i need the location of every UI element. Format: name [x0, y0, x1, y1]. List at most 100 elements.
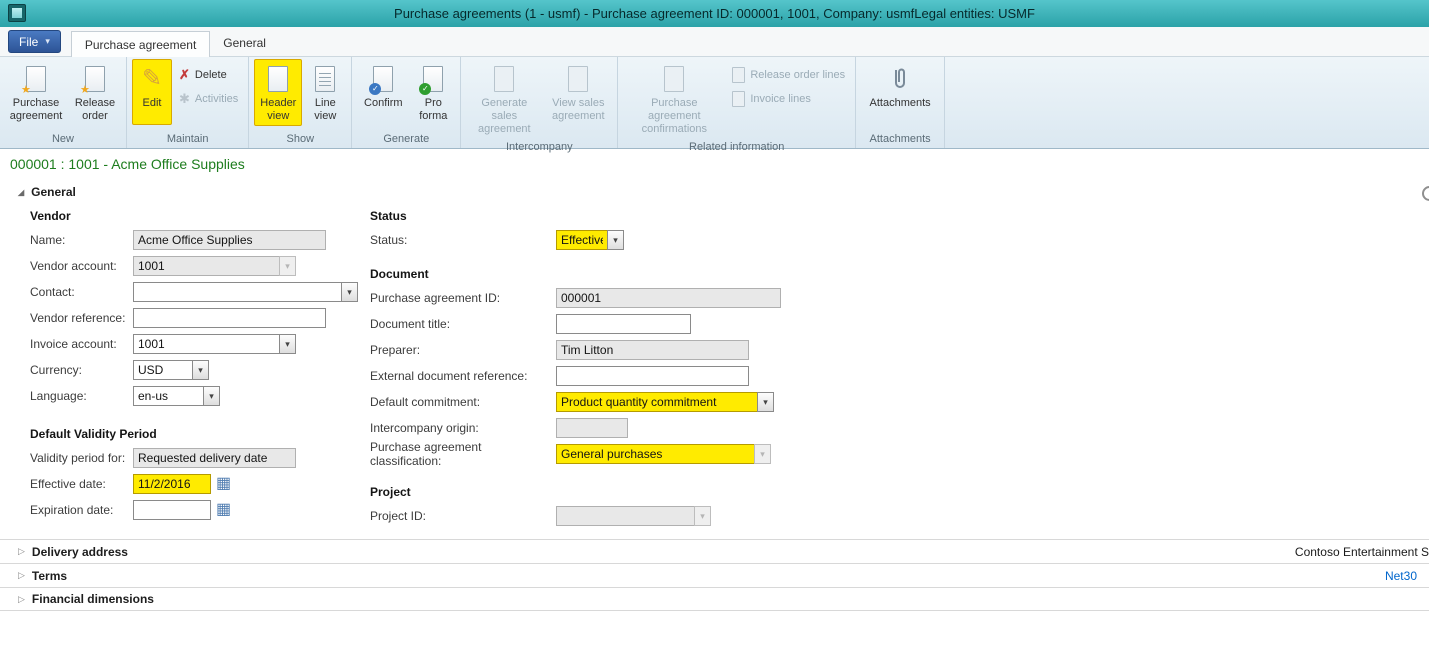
- confirm-button[interactable]: ✓ Confirm: [357, 59, 409, 125]
- purchase-agreement-confirmations-button: Purchase agreement confirmations: [623, 59, 725, 140]
- new-purchase-agreement-icon: ★: [26, 66, 46, 92]
- chevron-down-icon: ▾: [694, 506, 711, 526]
- header-view-button[interactable]: Header view: [254, 59, 302, 126]
- ribbon-group-maintain: ✎ Edit ✗ Delete ✱ Activities Maintain: [127, 57, 249, 148]
- preparer-input: [556, 340, 749, 360]
- menu-bar: File ▾ Purchase agreement General: [0, 27, 1429, 57]
- chevron-down-icon: ▾: [45, 36, 50, 47]
- vendor-subheader: Vendor: [30, 205, 370, 227]
- document-title-input[interactable]: [556, 314, 691, 334]
- field-purchase-agreement-id: Purchase agreement ID:: [370, 285, 781, 311]
- section-terms[interactable]: ▷ Terms Net30: [0, 563, 1429, 587]
- validity-period-for-input: [133, 448, 296, 468]
- form-column-right: Status Status: ▾ Document Purchase agree…: [370, 205, 781, 529]
- field-vendor-account: Vendor account: ▾: [30, 253, 370, 279]
- ribbon-group-show: Header view Line view Show: [249, 57, 352, 148]
- chevron-down-icon[interactable]: ▾: [192, 360, 209, 380]
- chevron-right-icon: ▷: [18, 594, 25, 605]
- release-order-lines-icon: [732, 67, 745, 83]
- chevron-down-icon: ▾: [754, 444, 771, 464]
- section-financial-dimensions[interactable]: ▷ Financial dimensions: [0, 587, 1429, 611]
- invoice-account-input[interactable]: [133, 334, 279, 354]
- field-name: Name:: [30, 227, 370, 253]
- contact-input[interactable]: [133, 282, 341, 302]
- line-view-icon: [315, 66, 335, 92]
- ribbon: ★ Purchase agreement ★ Release order New…: [0, 57, 1429, 149]
- chevron-down-icon[interactable]: ▾: [607, 230, 624, 250]
- chevron-down-icon[interactable]: ▾: [341, 282, 358, 302]
- field-validity-period-for: Validity period for:: [30, 445, 370, 471]
- name-input: [133, 230, 326, 250]
- field-document-title: Document title:: [370, 311, 781, 337]
- title-bar: Purchase agreements (1 - usmf) - Purchas…: [0, 0, 1429, 27]
- field-purchase-agreement-classification: Purchase agreement classification: ▾: [370, 441, 781, 467]
- terms-summary: Net30: [1385, 569, 1417, 583]
- document-subheader: Document: [370, 263, 781, 285]
- purchase-agreement-classification-select[interactable]: [556, 444, 754, 464]
- field-default-commitment: Default commitment: ▾: [370, 389, 781, 415]
- view-sales-agreement-button: View sales agreement: [544, 59, 612, 126]
- invoice-lines-button: Invoice lines: [727, 88, 850, 109]
- star-icon: ★: [80, 85, 90, 96]
- chevron-down-icon[interactable]: ▾: [757, 392, 774, 412]
- chevron-right-icon: ▷: [18, 546, 25, 557]
- purchase-agreement-confirmations-icon: [664, 66, 684, 92]
- attachments-button[interactable]: Attachments: [861, 59, 939, 125]
- ribbon-group-label: Related information: [623, 140, 850, 156]
- chevron-down-icon[interactable]: ▾: [203, 386, 220, 406]
- line-view-button[interactable]: Line view: [304, 59, 346, 126]
- chevron-expanded-icon: ◢: [18, 188, 24, 197]
- field-status: Status: ▾: [370, 227, 781, 253]
- form-column-left: Vendor Name: Vendor account: ▾ Contact: …: [30, 205, 370, 529]
- section-delivery-address[interactable]: ▷ Delivery address Contoso Entertainment…: [0, 539, 1429, 563]
- paperclip-icon: [891, 66, 909, 92]
- field-preparer: Preparer:: [370, 337, 781, 363]
- delete-button[interactable]: ✗ Delete: [174, 64, 243, 85]
- pro-forma-button[interactable]: ✓ Pro forma: [411, 59, 455, 126]
- chevron-right-icon: ▷: [18, 570, 25, 581]
- edit-button[interactable]: ✎ Edit: [132, 59, 172, 125]
- field-invoice-account: Invoice account: ▾: [30, 331, 370, 357]
- ribbon-group-new: ★ Purchase agreement ★ Release order New: [0, 57, 127, 148]
- activities-icon: ✱: [179, 92, 190, 105]
- ribbon-group-label: Generate: [357, 132, 455, 148]
- project-subheader: Project: [370, 481, 781, 503]
- default-validity-period-subheader: Default Validity Period: [30, 423, 370, 445]
- field-currency: Currency: ▾: [30, 357, 370, 383]
- effective-date-input[interactable]: [133, 474, 211, 494]
- generate-sales-agreement-button: Generate sales agreement: [466, 59, 542, 140]
- calendar-icon[interactable]: ▦: [216, 502, 231, 518]
- header-view-icon: [268, 66, 288, 92]
- field-expiration-date: Expiration date: ▦: [30, 497, 370, 523]
- tab-label: Purchase agreement: [85, 38, 196, 52]
- edit-icon: ✎: [142, 67, 162, 91]
- calendar-icon[interactable]: ▦: [216, 476, 231, 492]
- field-external-document-reference: External document reference:: [370, 363, 781, 389]
- ribbon-group-label: Intercompany: [466, 140, 612, 156]
- project-id-input: [556, 506, 694, 526]
- new-purchase-agreement-button[interactable]: ★ Purchase agreement: [5, 59, 67, 126]
- section-general[interactable]: ◢ General: [0, 179, 1429, 205]
- app-icon: [8, 4, 26, 22]
- release-order-button[interactable]: ★ Release order: [69, 59, 121, 126]
- release-order-icon: ★: [85, 66, 105, 92]
- pro-forma-icon: ✓: [423, 66, 443, 92]
- invoice-lines-icon: [732, 91, 745, 107]
- default-commitment-select[interactable]: [556, 392, 757, 412]
- window-title: Purchase agreements (1 - usmf) - Purchas…: [394, 6, 1035, 21]
- ribbon-group-related-information: Purchase agreement confirmations Release…: [618, 57, 856, 148]
- currency-input[interactable]: [133, 360, 192, 380]
- ribbon-group-label: Maintain: [132, 132, 243, 148]
- external-document-reference-input[interactable]: [556, 366, 749, 386]
- chevron-down-icon[interactable]: ▾: [279, 334, 296, 354]
- tab-general[interactable]: General: [210, 30, 279, 56]
- language-input[interactable]: [133, 386, 203, 406]
- ribbon-group-label: Show: [254, 132, 346, 148]
- tab-purchase-agreement[interactable]: Purchase agreement: [71, 31, 210, 57]
- vendor-reference-input[interactable]: [133, 308, 326, 328]
- status-select[interactable]: [556, 230, 607, 250]
- file-menu-button[interactable]: File ▾: [8, 30, 61, 53]
- expiration-date-input[interactable]: [133, 500, 211, 520]
- status-subheader: Status: [370, 205, 781, 227]
- view-sales-agreement-icon: [568, 66, 588, 92]
